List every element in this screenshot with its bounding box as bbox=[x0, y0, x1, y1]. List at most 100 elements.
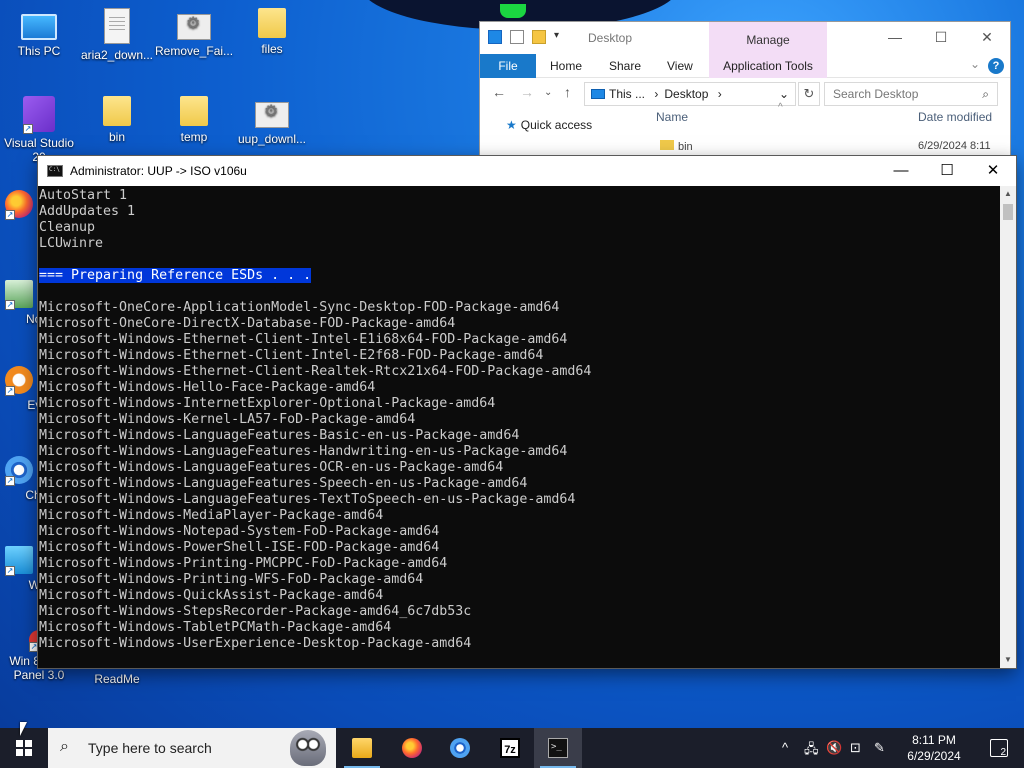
this-pc-icon bbox=[591, 89, 605, 99]
column-header-date-modified[interactable]: Date modified bbox=[918, 110, 992, 124]
scroll-up-icon[interactable]: ▲ bbox=[1000, 186, 1016, 202]
desktop-icon-uup-download[interactable]: uup_downl... bbox=[233, 96, 311, 146]
maximize-button[interactable]: ☐ bbox=[924, 156, 970, 186]
desktop-icon-temp[interactable]: temp bbox=[155, 96, 233, 144]
maximize-button[interactable]: ☐ bbox=[918, 22, 964, 52]
column-header-name[interactable]: Name bbox=[656, 110, 688, 124]
desktop-icon-files[interactable]: files bbox=[233, 8, 311, 56]
breadcrumb-separator[interactable]: › bbox=[718, 87, 722, 101]
new-folder-icon[interactable] bbox=[532, 30, 546, 44]
scroll-down-icon[interactable]: ▼ bbox=[1000, 652, 1016, 668]
pen-icon[interactable]: ✎ bbox=[874, 740, 885, 756]
recent-locations-icon[interactable]: ⌄ bbox=[544, 87, 552, 98]
firefox-icon: ↗ bbox=[5, 190, 33, 220]
checkbox-icon[interactable] bbox=[510, 30, 524, 44]
nav-quick-access[interactable]: ★ Quick access bbox=[506, 118, 592, 132]
console-line-text: Microsoft-OneCore-DirectX-Database-FOD-P… bbox=[39, 316, 456, 331]
console-line: Microsoft-Windows-Ethernet-Client-Intel-… bbox=[39, 348, 1000, 364]
console-line: AddUpdates 1 bbox=[39, 204, 1000, 220]
taskbar-app-file-explorer[interactable] bbox=[338, 728, 386, 768]
console-line-text: Microsoft-Windows-LanguageFeatures-TextT… bbox=[39, 492, 576, 507]
desktop-icon-remove-fai[interactable]: Remove_Fai... bbox=[155, 8, 233, 58]
tab-home[interactable]: Home bbox=[550, 54, 582, 78]
console-line: Microsoft-Windows-LanguageFeatures-Basic… bbox=[39, 428, 1000, 444]
clock[interactable]: 8:11 PM 6/29/2024 bbox=[902, 732, 966, 764]
taskbar-app-7zip[interactable]: 7z bbox=[486, 728, 534, 768]
desktop-icon-readme[interactable]: ReadMe bbox=[78, 672, 156, 686]
breadcrumb-this-pc[interactable]: This ... bbox=[609, 87, 645, 101]
desktop-icon-label: uup_downl... bbox=[237, 132, 307, 146]
forward-arrow-icon[interactable]: → bbox=[520, 84, 534, 100]
console-line: AutoStart 1 bbox=[39, 188, 1000, 204]
display-icon[interactable]: ⊡ bbox=[850, 740, 861, 756]
file-explorer-window[interactable]: ▾ Desktop Manage — ☐ ✕ File Home Share V… bbox=[480, 22, 1010, 172]
console-line-text: Microsoft-Windows-Hello-Face-Package-amd… bbox=[39, 380, 376, 395]
console-line: Microsoft-Windows-LanguageFeatures-TextT… bbox=[39, 492, 1000, 508]
breadcrumb-separator[interactable]: › bbox=[654, 87, 658, 101]
explorer-titlebar[interactable]: ▾ Desktop Manage — ☐ ✕ bbox=[480, 22, 1010, 54]
taskbar: ⌕ Type here to search 7z ^ 🖧 🔇 ⊡ ✎ 8:11 … bbox=[0, 728, 1024, 768]
console-window[interactable]: Administrator: UUP -> ISO v106u — ☐ ✕ Au… bbox=[38, 156, 1016, 668]
properties-icon[interactable] bbox=[488, 30, 502, 44]
tab-view[interactable]: View bbox=[667, 54, 693, 78]
close-button[interactable]: ✕ bbox=[964, 22, 1010, 52]
computer-icon bbox=[21, 14, 57, 40]
desktop-icon-this-pc[interactable]: This PC bbox=[0, 8, 78, 58]
volume-muted-icon[interactable]: 🔇 bbox=[826, 740, 842, 756]
folder-icon bbox=[258, 8, 286, 38]
minimize-button[interactable]: — bbox=[872, 22, 918, 52]
taskbar-app-firefox[interactable] bbox=[388, 728, 436, 768]
console-line-text: Microsoft-Windows-Notepad-System-FoD-Pac… bbox=[39, 524, 440, 539]
console-scrollbar[interactable]: ▲ ▼ bbox=[1000, 186, 1016, 668]
customize-toolbar-icon[interactable]: ▾ bbox=[554, 30, 559, 44]
desktop-icon-label: Remove_Fai... bbox=[155, 44, 234, 58]
console-line: Microsoft-Windows-UserExperience-Desktop… bbox=[39, 636, 1000, 652]
back-arrow-icon[interactable]: ← bbox=[492, 84, 506, 100]
console-titlebar[interactable]: Administrator: UUP -> ISO v106u — ☐ ✕ bbox=[38, 156, 1016, 186]
console-line-text: Microsoft-Windows-TabletPCMath-Package-a… bbox=[39, 620, 392, 635]
console-line: === Preparing Reference ESDs . . . bbox=[39, 268, 1000, 284]
notification-center-button[interactable]: 2 bbox=[990, 739, 1008, 758]
close-button[interactable]: ✕ bbox=[970, 156, 1016, 186]
console-line-text: Microsoft-Windows-Ethernet-Client-Intel-… bbox=[39, 332, 568, 347]
help-icon[interactable]: ? bbox=[988, 58, 1004, 74]
console-line-text: Microsoft-Windows-MediaPlayer-Package-am… bbox=[39, 508, 384, 523]
network-icon[interactable]: 🖧 bbox=[804, 740, 819, 762]
breadcrumb-desktop[interactable]: Desktop bbox=[664, 87, 708, 101]
minimize-button[interactable]: — bbox=[878, 156, 924, 186]
batch-file-icon bbox=[177, 14, 211, 40]
search-highlight-owl-icon[interactable] bbox=[290, 730, 326, 766]
mouse-cursor-icon bbox=[20, 722, 27, 736]
document-icon bbox=[104, 8, 130, 44]
console-line-text: Microsoft-Windows-Printing-WFS-FoD-Packa… bbox=[39, 572, 424, 587]
console-line-text: Microsoft-Windows-InternetExplorer-Optio… bbox=[39, 396, 496, 411]
address-bar[interactable]: This ... › Desktop › ⌄ bbox=[584, 82, 796, 106]
tab-application-tools[interactable]: Application Tools bbox=[709, 54, 827, 78]
refresh-button[interactable]: ↻ bbox=[798, 82, 820, 106]
notification-count: 2 bbox=[1000, 747, 1006, 758]
clock-time: 8:11 PM bbox=[912, 733, 956, 747]
notepad-icon: ↗ bbox=[5, 280, 33, 310]
taskbar-app-chromium[interactable] bbox=[436, 728, 484, 768]
search-input[interactable]: Search Desktop ⌕ bbox=[824, 82, 998, 106]
expand-ribbon-icon[interactable]: ⌄ bbox=[970, 57, 980, 71]
desktop-icon-bin[interactable]: bin bbox=[78, 96, 156, 144]
scroll-thumb[interactable] bbox=[1003, 204, 1013, 220]
show-hidden-icons-icon[interactable]: ^ bbox=[782, 740, 788, 755]
desktop-icon-visual-studio[interactable]: ↗ Visual Studio 20 bbox=[0, 96, 78, 164]
up-arrow-icon[interactable]: ↑ bbox=[564, 84, 571, 100]
file-row-name[interactable]: bin bbox=[660, 140, 693, 153]
search-placeholder: Search Desktop bbox=[833, 87, 919, 101]
console-output[interactable]: AutoStart 1 AddUpdates 1 Cleanup LCUwinre ==… bbox=[38, 186, 1000, 668]
taskbar-app-command-prompt[interactable] bbox=[534, 728, 582, 768]
desktop-icon-aria2[interactable]: aria2_down... bbox=[78, 8, 156, 62]
tab-share[interactable]: Share bbox=[609, 54, 641, 78]
taskbar-search-box[interactable]: ⌕ Type here to search bbox=[48, 728, 336, 768]
tab-file[interactable]: File bbox=[480, 54, 536, 78]
command-prompt-icon bbox=[548, 738, 568, 758]
explorer-title: Desktop bbox=[588, 31, 633, 45]
visual-studio-icon: ↗ bbox=[23, 96, 55, 134]
console-line: Microsoft-Windows-QuickAssist-Package-am… bbox=[39, 588, 1000, 604]
folder-icon bbox=[180, 96, 208, 126]
